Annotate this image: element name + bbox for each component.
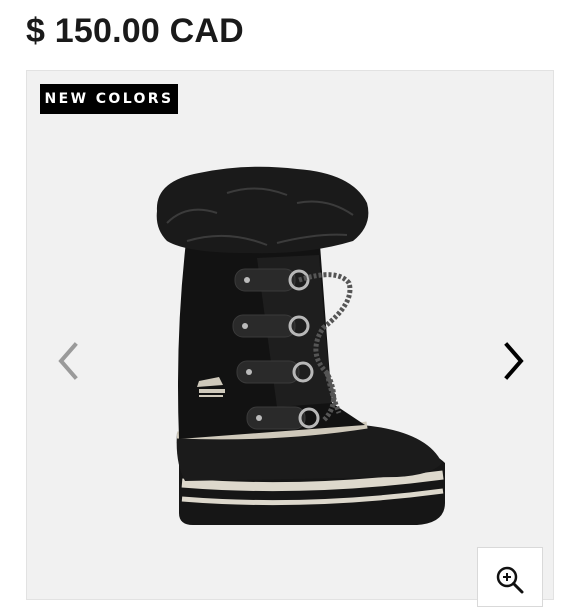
new-colors-badge: NEW COLORS (40, 84, 178, 114)
chevron-right-icon (504, 342, 524, 380)
chevron-left-icon (58, 342, 78, 380)
product-image-gallery: NEW COLORS (26, 70, 554, 607)
zoom-button[interactable] (477, 547, 543, 607)
zoom-in-icon (496, 566, 524, 594)
product-image (156, 166, 445, 525)
next-image-button[interactable] (499, 341, 529, 381)
previous-image-button[interactable] (53, 341, 83, 381)
product-price: $ 150.00 CAD (26, 12, 244, 50)
